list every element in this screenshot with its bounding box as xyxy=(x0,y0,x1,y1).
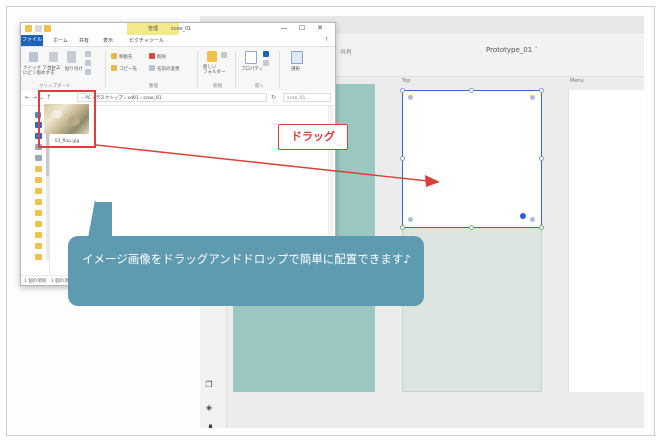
delete-icon[interactable] xyxy=(149,53,155,59)
folder-icon[interactable] xyxy=(35,210,42,216)
folder-icon[interactable] xyxy=(35,166,42,172)
shortcut-icon[interactable] xyxy=(85,69,91,75)
folder-icon xyxy=(25,25,32,32)
resize-handle[interactable] xyxy=(400,225,405,230)
explorer-ribbon: クイック アクセス にピン留めする コピー 貼り付け クリップボード 移動先 削… xyxy=(21,46,335,92)
tab-picture-tools[interactable]: ピクチャツール xyxy=(129,37,164,44)
refresh-icon[interactable]: ↻ xyxy=(271,94,276,101)
resize-handle[interactable] xyxy=(539,88,544,93)
artboard-menu[interactable] xyxy=(568,90,645,392)
ribbon-tab-bar: ホーム 共有 表示 ピクチャツール ? xyxy=(21,35,335,46)
resize-handle[interactable] xyxy=(400,88,405,93)
copy-label[interactable]: コピー xyxy=(47,66,61,72)
cursor-drop-point xyxy=(520,213,526,219)
pages-icon[interactable]: ❐ xyxy=(204,380,214,390)
file-name-caption[interactable]: 03_flop.jpg xyxy=(40,139,94,144)
select-icon[interactable] xyxy=(291,51,303,64)
group-open-label: 開く xyxy=(255,84,264,89)
share-menu[interactable]: 共有 xyxy=(340,47,352,56)
new-folder-icon[interactable] xyxy=(44,25,51,32)
image-thumbnail-picture[interactable] xyxy=(44,104,89,134)
properties-icon[interactable] xyxy=(245,51,257,64)
folder-icon[interactable] xyxy=(35,177,42,183)
help-icon[interactable]: ? xyxy=(325,37,328,43)
quick-access-icon[interactable] xyxy=(35,25,42,32)
folder-icon[interactable] xyxy=(35,221,42,227)
group-organize-label: 整理 xyxy=(149,84,158,89)
tab-home[interactable]: ホーム xyxy=(53,37,68,44)
copy-icon[interactable] xyxy=(49,52,58,62)
copy-to-icon[interactable] xyxy=(111,65,117,71)
paste-icon[interactable] xyxy=(67,51,76,63)
resize-handle[interactable] xyxy=(469,225,474,230)
folder-icon[interactable] xyxy=(35,243,42,249)
drag-label-box: ドラッグ xyxy=(278,124,348,150)
path-copy-icon[interactable] xyxy=(85,60,91,66)
pin-icon[interactable] xyxy=(29,52,38,62)
corner-radius-handle[interactable] xyxy=(530,95,535,100)
pictures-icon[interactable] xyxy=(35,155,42,161)
corner-radius-handle[interactable] xyxy=(408,217,413,222)
thumbnail-detail xyxy=(68,116,80,126)
ribbon-separator xyxy=(235,50,236,88)
select-label[interactable]: 選択 xyxy=(291,66,300,72)
callout-text: イメージ画像をドラッグアンドドロップで簡単に配置できます♪ xyxy=(82,252,411,266)
ribbon-separator xyxy=(105,50,106,88)
callout-bubble xyxy=(68,236,424,306)
resize-handle[interactable] xyxy=(469,88,474,93)
minimize-button[interactable]: — xyxy=(277,24,291,32)
folder-icon[interactable] xyxy=(35,199,42,205)
move-to-icon[interactable] xyxy=(111,53,117,59)
properties-label[interactable]: プロパティ xyxy=(241,66,263,72)
explorer-window-title: scoe_01 xyxy=(171,26,192,32)
corner-radius-handle[interactable] xyxy=(530,217,535,222)
group-new-label: 新規 xyxy=(213,84,222,89)
cut-icon[interactable] xyxy=(85,51,91,57)
resize-handle[interactable] xyxy=(400,156,405,161)
tab-share[interactable]: 共有 xyxy=(79,37,89,44)
folder-icon[interactable] xyxy=(35,188,42,194)
maximize-button[interactable]: ☐ xyxy=(295,24,309,32)
move-to-label[interactable]: 移動先 xyxy=(119,54,133,60)
search-input[interactable]: scoe_01... xyxy=(283,93,331,102)
artboard-label-menu[interactable]: Menu xyxy=(570,78,584,84)
assets-icon[interactable]: ▟ xyxy=(204,425,214,428)
ribbon-separator xyxy=(279,50,280,88)
resize-handle[interactable] xyxy=(539,156,544,161)
rename-label[interactable]: 名前の変更 xyxy=(157,66,180,72)
artboard-label-top[interactable]: Top xyxy=(402,78,410,84)
image-placeholder-selected[interactable] xyxy=(402,90,542,228)
chevron-down-icon: ˅ xyxy=(534,46,538,54)
paste-label[interactable]: 貼り付け xyxy=(65,66,83,72)
resize-handle[interactable] xyxy=(539,225,544,230)
address-path[interactable]: › PC › デスクトップ › xd01 › scoe_01 xyxy=(77,93,267,102)
folder-icon[interactable] xyxy=(35,254,42,260)
layers-icon[interactable]: ◈ xyxy=(204,403,214,413)
explorer-title-bar: 管理 scoe_01 — ☐ ✕ xyxy=(21,23,335,35)
document-title[interactable]: Prototype_01 ˅ xyxy=(486,46,538,54)
copy-to-label[interactable]: コピー先 xyxy=(119,66,137,72)
tab-view[interactable]: 表示 xyxy=(103,37,113,44)
thumbnail-detail xyxy=(52,110,62,118)
document-name: Prototype_01 xyxy=(486,46,533,54)
folder-icon[interactable] xyxy=(35,232,42,238)
new-folder-ribbon-icon[interactable] xyxy=(207,51,217,62)
open-icon[interactable] xyxy=(263,51,269,57)
rename-icon[interactable] xyxy=(149,65,155,71)
edit-icon[interactable] xyxy=(263,60,269,66)
new-folder-label[interactable]: 新しい フォルダー xyxy=(203,65,226,75)
ribbon-separator xyxy=(197,50,198,88)
close-button[interactable]: ✕ xyxy=(313,24,327,32)
group-clipboard-label: クリップボード xyxy=(39,84,71,89)
tab-file[interactable]: ファイル xyxy=(21,35,43,46)
corner-radius-handle[interactable] xyxy=(408,95,413,100)
new-item-icon[interactable] xyxy=(221,52,227,58)
delete-label[interactable]: 削除 xyxy=(157,54,166,60)
